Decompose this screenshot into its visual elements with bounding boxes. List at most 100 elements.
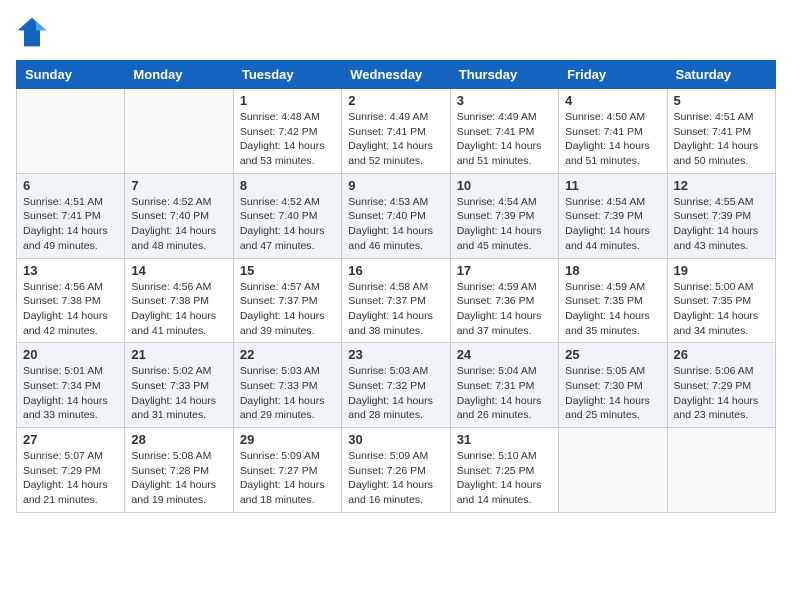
day-number: 8 (240, 178, 335, 193)
day-number: 23 (348, 347, 443, 362)
calendar-cell: 5Sunrise: 4:51 AMSunset: 7:41 PMDaylight… (667, 89, 775, 174)
day-info: Sunrise: 5:01 AMSunset: 7:34 PMDaylight:… (23, 364, 118, 423)
day-info: Sunrise: 4:52 AMSunset: 7:40 PMDaylight:… (131, 195, 226, 254)
calendar-cell: 9 Sunrise: 4:53 AMSunset: 7:40 PMDaylight… (342, 173, 450, 258)
calendar-cell: 20Sunrise: 5:01 AMSunset: 7:34 PMDayligh… (17, 343, 125, 428)
calendar-cell: 19 Sunrise: 5:00 AMSunset: 7:35 PMDayligh… (667, 258, 775, 343)
day-info: Sunrise: 5:08 AMSunset: 7:28 PMDaylight:… (131, 449, 226, 508)
day-info: Sunrise: 4:49 AMSunset: 7:41 PMDaylight:… (457, 110, 552, 169)
day-number: 25 (565, 347, 660, 362)
day-info: Sunrise: 5:02 AMSunset: 7:33 PMDaylight:… (131, 364, 226, 423)
day-number: 15 (240, 263, 335, 278)
calendar-cell: 17Sunrise: 4:59 AMSunset: 7:36 PMDayligh… (450, 258, 558, 343)
day-number: 18 (565, 263, 660, 278)
day-number: 19 (674, 263, 769, 278)
logo (16, 16, 52, 48)
day-number: 29 (240, 432, 335, 447)
day-number: 3 (457, 93, 552, 108)
day-number: 6 (23, 178, 118, 193)
calendar-header-thursday: Thursday (450, 61, 558, 89)
day-number: 27 (23, 432, 118, 447)
day-info: Sunrise: 5:07 AMSunset: 7:29 PMDaylight:… (23, 449, 118, 508)
calendar-cell: 18 Sunrise: 4:59 AMSunset: 7:35 PMDayligh… (559, 258, 667, 343)
calendar-cell (559, 428, 667, 513)
week-row-4: 20Sunrise: 5:01 AMSunset: 7:34 PMDayligh… (17, 343, 776, 428)
day-info: Sunrise: 4:56 AMSunset: 7:38 PMDaylight:… (23, 280, 118, 339)
calendar-header-tuesday: Tuesday (233, 61, 341, 89)
calendar-cell: 6 Sunrise: 4:51 AMSunset: 7:41 PMDaylight… (17, 173, 125, 258)
logo-icon (16, 16, 48, 48)
calendar-cell: 22Sunrise: 5:03 AMSunset: 7:33 PMDayligh… (233, 343, 341, 428)
day-info: Sunrise: 5:03 AMSunset: 7:32 PMDaylight:… (348, 364, 443, 423)
day-info: Sunrise: 5:00 AMSunset: 7:35 PMDaylight:… (674, 280, 769, 339)
calendar-header-wednesday: Wednesday (342, 61, 450, 89)
day-info: Sunrise: 5:05 AMSunset: 7:30 PMDaylight:… (565, 364, 660, 423)
calendar-cell: 11 Sunrise: 4:54 AMSunset: 7:39 PMDayligh… (559, 173, 667, 258)
calendar-cell: 23 Sunrise: 5:03 AMSunset: 7:32 PMDayligh… (342, 343, 450, 428)
calendar-header-saturday: Saturday (667, 61, 775, 89)
day-number: 16 (348, 263, 443, 278)
calendar-cell: 30Sunrise: 5:09 AMSunset: 7:26 PMDayligh… (342, 428, 450, 513)
calendar-cell: 24Sunrise: 5:04 AMSunset: 7:31 PMDayligh… (450, 343, 558, 428)
day-info: Sunrise: 4:50 AMSunset: 7:41 PMDaylight:… (565, 110, 660, 169)
day-info: Sunrise: 4:57 AMSunset: 7:37 PMDaylight:… (240, 280, 335, 339)
day-info: Sunrise: 4:58 AMSunset: 7:37 PMDaylight:… (348, 280, 443, 339)
day-number: 31 (457, 432, 552, 447)
calendar-cell (17, 89, 125, 174)
day-info: Sunrise: 4:52 AMSunset: 7:40 PMDaylight:… (240, 195, 335, 254)
calendar-cell: 21 Sunrise: 5:02 AMSunset: 7:33 PMDayligh… (125, 343, 233, 428)
calendar-header-row: SundayMondayTuesdayWednesdayThursdayFrid… (17, 61, 776, 89)
calendar-cell: 15 Sunrise: 4:57 AMSunset: 7:37 PMDayligh… (233, 258, 341, 343)
day-info: Sunrise: 4:54 AMSunset: 7:39 PMDaylight:… (457, 195, 552, 254)
day-number: 11 (565, 178, 660, 193)
day-number: 12 (674, 178, 769, 193)
day-number: 13 (23, 263, 118, 278)
day-number: 14 (131, 263, 226, 278)
day-number: 7 (131, 178, 226, 193)
calendar-cell: 4 Sunrise: 4:50 AMSunset: 7:41 PMDaylight… (559, 89, 667, 174)
day-number: 26 (674, 347, 769, 362)
header (16, 16, 776, 48)
calendar-cell: 3 Sunrise: 4:49 AMSunset: 7:41 PMDaylight… (450, 89, 558, 174)
calendar-cell: 2 Sunrise: 4:49 AMSunset: 7:41 PMDaylight… (342, 89, 450, 174)
day-number: 28 (131, 432, 226, 447)
day-number: 1 (240, 93, 335, 108)
calendar-cell: 14 Sunrise: 4:56 AMSunset: 7:38 PMDayligh… (125, 258, 233, 343)
calendar-cell: 12Sunrise: 4:55 AMSunset: 7:39 PMDayligh… (667, 173, 775, 258)
day-info: Sunrise: 4:54 AMSunset: 7:39 PMDaylight:… (565, 195, 660, 254)
day-number: 21 (131, 347, 226, 362)
day-info: Sunrise: 4:49 AMSunset: 7:41 PMDaylight:… (348, 110, 443, 169)
day-info: Sunrise: 5:09 AMSunset: 7:26 PMDaylight:… (348, 449, 443, 508)
calendar-cell: 1 Sunrise: 4:48 AMSunset: 7:42 PMDaylight… (233, 89, 341, 174)
day-info: Sunrise: 5:09 AMSunset: 7:27 PMDaylight:… (240, 449, 335, 508)
day-number: 22 (240, 347, 335, 362)
day-number: 2 (348, 93, 443, 108)
week-row-3: 13 Sunrise: 4:56 AMSunset: 7:38 PMDayligh… (17, 258, 776, 343)
day-info: Sunrise: 4:53 AMSunset: 7:40 PMDaylight:… (348, 195, 443, 254)
day-number: 9 (348, 178, 443, 193)
calendar-cell: 16 Sunrise: 4:58 AMSunset: 7:37 PMDayligh… (342, 258, 450, 343)
calendar-cell: 26Sunrise: 5:06 AMSunset: 7:29 PMDayligh… (667, 343, 775, 428)
calendar-cell: 13 Sunrise: 4:56 AMSunset: 7:38 PMDayligh… (17, 258, 125, 343)
day-info: Sunrise: 4:48 AMSunset: 7:42 PMDaylight:… (240, 110, 335, 169)
day-info: Sunrise: 4:51 AMSunset: 7:41 PMDaylight:… (23, 195, 118, 254)
day-number: 24 (457, 347, 552, 362)
calendar-cell: 28 Sunrise: 5:08 AMSunset: 7:28 PMDayligh… (125, 428, 233, 513)
day-info: Sunrise: 4:59 AMSunset: 7:36 PMDaylight:… (457, 280, 552, 339)
calendar-cell: 7 Sunrise: 4:52 AMSunset: 7:40 PMDaylight… (125, 173, 233, 258)
day-info: Sunrise: 5:10 AMSunset: 7:25 PMDaylight:… (457, 449, 552, 508)
calendar: SundayMondayTuesdayWednesdayThursdayFrid… (16, 60, 776, 513)
calendar-header-monday: Monday (125, 61, 233, 89)
calendar-header-sunday: Sunday (17, 61, 125, 89)
day-number: 5 (674, 93, 769, 108)
week-row-2: 6 Sunrise: 4:51 AMSunset: 7:41 PMDaylight… (17, 173, 776, 258)
calendar-cell (667, 428, 775, 513)
calendar-cell: 31 Sunrise: 5:10 AMSunset: 7:25 PMDayligh… (450, 428, 558, 513)
day-info: Sunrise: 4:59 AMSunset: 7:35 PMDaylight:… (565, 280, 660, 339)
day-number: 4 (565, 93, 660, 108)
calendar-cell: 27 Sunrise: 5:07 AMSunset: 7:29 PMDayligh… (17, 428, 125, 513)
calendar-header-friday: Friday (559, 61, 667, 89)
day-info: Sunrise: 4:56 AMSunset: 7:38 PMDaylight:… (131, 280, 226, 339)
calendar-cell: 8 Sunrise: 4:52 AMSunset: 7:40 PMDaylight… (233, 173, 341, 258)
calendar-cell (125, 89, 233, 174)
